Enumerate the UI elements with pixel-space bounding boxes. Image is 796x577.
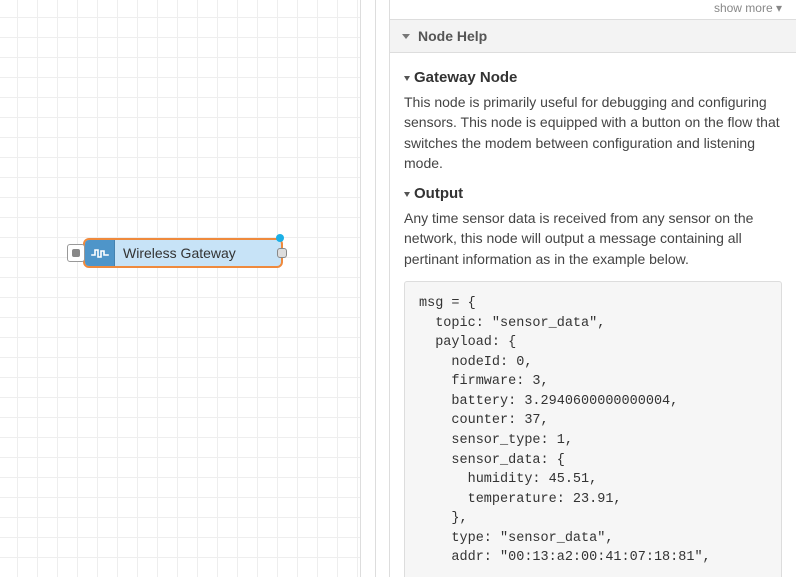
wireless-gateway-node[interactable]: Wireless Gateway	[83, 238, 283, 268]
pulse-icon	[91, 246, 109, 260]
heading-text: Output	[414, 185, 463, 202]
heading-text: Gateway Node	[414, 69, 517, 86]
help-heading-output: Output	[404, 185, 782, 202]
pane-divider[interactable]	[360, 0, 390, 577]
output-port[interactable]	[277, 248, 287, 258]
flow-canvas[interactable]: Wireless Gateway	[0, 0, 360, 577]
code-example: msg = { topic: "sensor_data", payload: {…	[404, 281, 782, 577]
node-label: Wireless Gateway	[115, 245, 281, 261]
show-more-row: show more ▾	[390, 0, 796, 19]
help-paragraph-output: Any time sensor data is received from an…	[404, 208, 782, 269]
node-icon-box	[85, 240, 115, 266]
sidebar: show more ▾ Node Help Gateway Node This …	[390, 0, 796, 577]
chevron-down-icon	[404, 192, 410, 197]
help-heading-gateway: Gateway Node	[404, 69, 782, 86]
node-toggle-button[interactable]	[67, 244, 85, 262]
node-help-header[interactable]: Node Help	[390, 19, 796, 53]
show-more-link[interactable]: show more ▾	[714, 1, 782, 15]
chevron-down-icon	[404, 76, 410, 81]
node-status-dot	[276, 234, 284, 242]
node-toggle-indicator	[72, 249, 80, 257]
help-body: Gateway Node This node is primarily usef…	[390, 53, 796, 577]
help-paragraph-gateway: This node is primarily useful for debugg…	[404, 92, 782, 173]
chevron-down-icon	[402, 34, 410, 39]
section-title: Node Help	[418, 28, 487, 44]
